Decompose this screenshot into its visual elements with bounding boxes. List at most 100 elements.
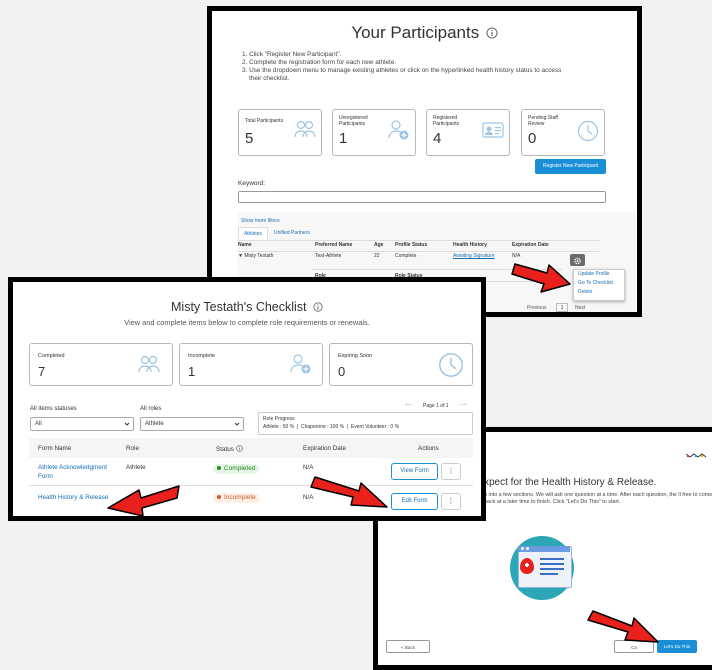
stat-label: Pending Staff Review: [528, 115, 558, 127]
menu-item-update-profile[interactable]: Update Profile: [574, 270, 624, 279]
clock-icon: [577, 120, 599, 142]
checklist-title: Misty Testath's Checklist: [171, 300, 307, 314]
stat-label: Incomplete: [188, 353, 215, 359]
row-profile-status: Complete: [395, 253, 417, 259]
health-heading: xpect for the Health History & Release.: [484, 477, 657, 488]
checklist-title-row: Misty Testath's Checklist: [13, 298, 481, 316]
instruction-line: 1. Click "Register New Participant".: [242, 51, 342, 58]
role-filter-value: Athlete: [145, 421, 164, 427]
row-name[interactable]: ▼ Misty Testath: [238, 253, 273, 259]
instruction-line: their checklist.: [249, 75, 290, 82]
role-progress-label: Role Progress: [263, 416, 295, 422]
lets-do-this-button[interactable]: Let's Do This: [657, 640, 697, 653]
menu-item-go-to-checklist[interactable]: Go To Checklist: [574, 279, 624, 288]
stat-label: Completed: [38, 353, 65, 359]
instruction-line: 2. Complete the registration form for ea…: [242, 59, 397, 66]
row-age: 22: [374, 253, 380, 259]
stat-card-completed: Completed 7: [29, 343, 173, 386]
status-dot-icon: [217, 495, 221, 500]
health-body: n into a few sections. We will ask one q…: [484, 492, 712, 505]
tab-unified-partners[interactable]: Unified Partners: [274, 227, 310, 240]
pagination-previous[interactable]: Previous: [527, 305, 546, 311]
row-divider: [29, 485, 473, 486]
menu-item-delete[interactable]: Delete: [574, 288, 624, 297]
row-expiration: N/A: [303, 464, 314, 471]
row-preferred: Test-Athlete: [315, 253, 342, 259]
person-add-icon: [388, 120, 409, 140]
table-divider: [238, 251, 600, 252]
tab-underline: [238, 240, 600, 241]
col-form-name: Form Name: [38, 445, 72, 452]
checklist-table-header: Form Name Role Status Expiration Date Ac…: [29, 438, 473, 458]
stat-value: 5: [245, 130, 254, 147]
stat-label: Unregistered Participants: [339, 115, 368, 127]
medical-form-illustration: [510, 536, 574, 600]
col-profile-status: Profile Status: [395, 242, 428, 248]
show-more-filters-link[interactable]: Show more filters: [241, 218, 280, 224]
status-dot-icon: [217, 466, 221, 471]
status-text: Completed: [224, 465, 256, 472]
instruction-line: 3. Use the dropdown menu to manage exist…: [242, 67, 562, 74]
col-status: Status: [216, 445, 243, 453]
stat-value: 1: [339, 130, 348, 147]
keyword-input[interactable]: [238, 191, 606, 203]
form-link-health-history[interactable]: Health History & Release: [38, 494, 108, 501]
people-icon: [138, 355, 160, 373]
clock-icon: [439, 353, 463, 377]
stat-value: 0: [338, 364, 346, 379]
stat-value: 0: [528, 130, 537, 147]
chevron-down-icon: [124, 422, 130, 426]
info-circle-icon[interactable]: [313, 302, 323, 312]
id-card-icon: [482, 122, 504, 138]
row-more-button[interactable]: ⋮: [441, 463, 461, 480]
instructions: 1. Click "Register New Participant". 2. …: [242, 51, 612, 83]
col-health-history: Health History: [453, 242, 487, 248]
participants-panel: Your Participants 1. Click "Register New…: [207, 6, 642, 317]
arrow-to-health-history-annotation: [107, 485, 180, 516]
status-text: Incomplete: [224, 494, 256, 501]
prev-page-arrow-icon[interactable]: ⟵: [405, 402, 412, 408]
role-filter-label: All roles: [140, 406, 162, 412]
role-progress-box: Role Progress Athlete : 50 % | Chaperone…: [258, 412, 473, 435]
arrow-to-edit-form-annotation: [310, 476, 388, 508]
pagination-next[interactable]: Next: [575, 305, 585, 311]
pagination: Previous 1 Next: [527, 303, 607, 312]
role-filter-select[interactable]: Athlete: [140, 417, 244, 431]
row-action-dropdown: Update Profile Go To Checklist Delete: [573, 269, 625, 301]
stat-card-pending: Pending Staff Review 0: [521, 109, 605, 156]
row-more-button[interactable]: ⋮: [441, 493, 461, 510]
arrow-to-checklist-annotation: [511, 263, 571, 293]
page-indicator: Page 1 of 1: [423, 403, 449, 409]
col-role: Role: [126, 445, 139, 452]
col-name: Name: [238, 242, 252, 248]
back-button[interactable]: < Back: [386, 640, 430, 653]
stat-card-registered: Registered Participants 4: [426, 109, 510, 156]
info-circle-icon[interactable]: [235, 445, 243, 452]
register-new-participant-button[interactable]: Register New Participant: [535, 159, 606, 174]
status-filter-select[interactable]: All: [30, 417, 134, 431]
arrow-to-start-annotation: [587, 610, 659, 643]
checklist-subtitle: View and complete items below to complet…: [124, 318, 370, 327]
stat-label: Total Participants: [245, 118, 284, 124]
checklist-panel: Misty Testath's Checklist View and compl…: [8, 277, 486, 521]
stat-card-incomplete: Incomplete 1: [179, 343, 323, 386]
flag-decoration-icon: [686, 453, 706, 458]
stat-value: 4: [433, 130, 442, 147]
tab-athletes[interactable]: Athletes: [238, 227, 268, 240]
health-history-link[interactable]: Awaiting Signature: [453, 253, 495, 259]
stat-card-expiring: Expiring Soon 0: [329, 343, 473, 386]
pagination-page[interactable]: 1: [556, 303, 568, 312]
status-filter-value: All: [35, 421, 42, 427]
stat-value: 1: [188, 364, 196, 379]
info-circle-icon[interactable]: [486, 27, 498, 39]
col-actions: Actions: [418, 445, 439, 452]
edit-form-button[interactable]: Edit Form: [391, 493, 438, 510]
col-expiration: Expiration Date: [303, 445, 347, 452]
participants-title: Your Participants: [351, 23, 480, 42]
people-icon: [294, 120, 316, 138]
status-badge-incomplete: Incomplete: [213, 493, 260, 503]
row-role: Athlete: [126, 464, 146, 471]
col-age: Age: [374, 242, 384, 248]
next-page-arrow-icon[interactable]: ⟶: [459, 402, 466, 408]
view-form-button[interactable]: View Form: [391, 463, 438, 480]
